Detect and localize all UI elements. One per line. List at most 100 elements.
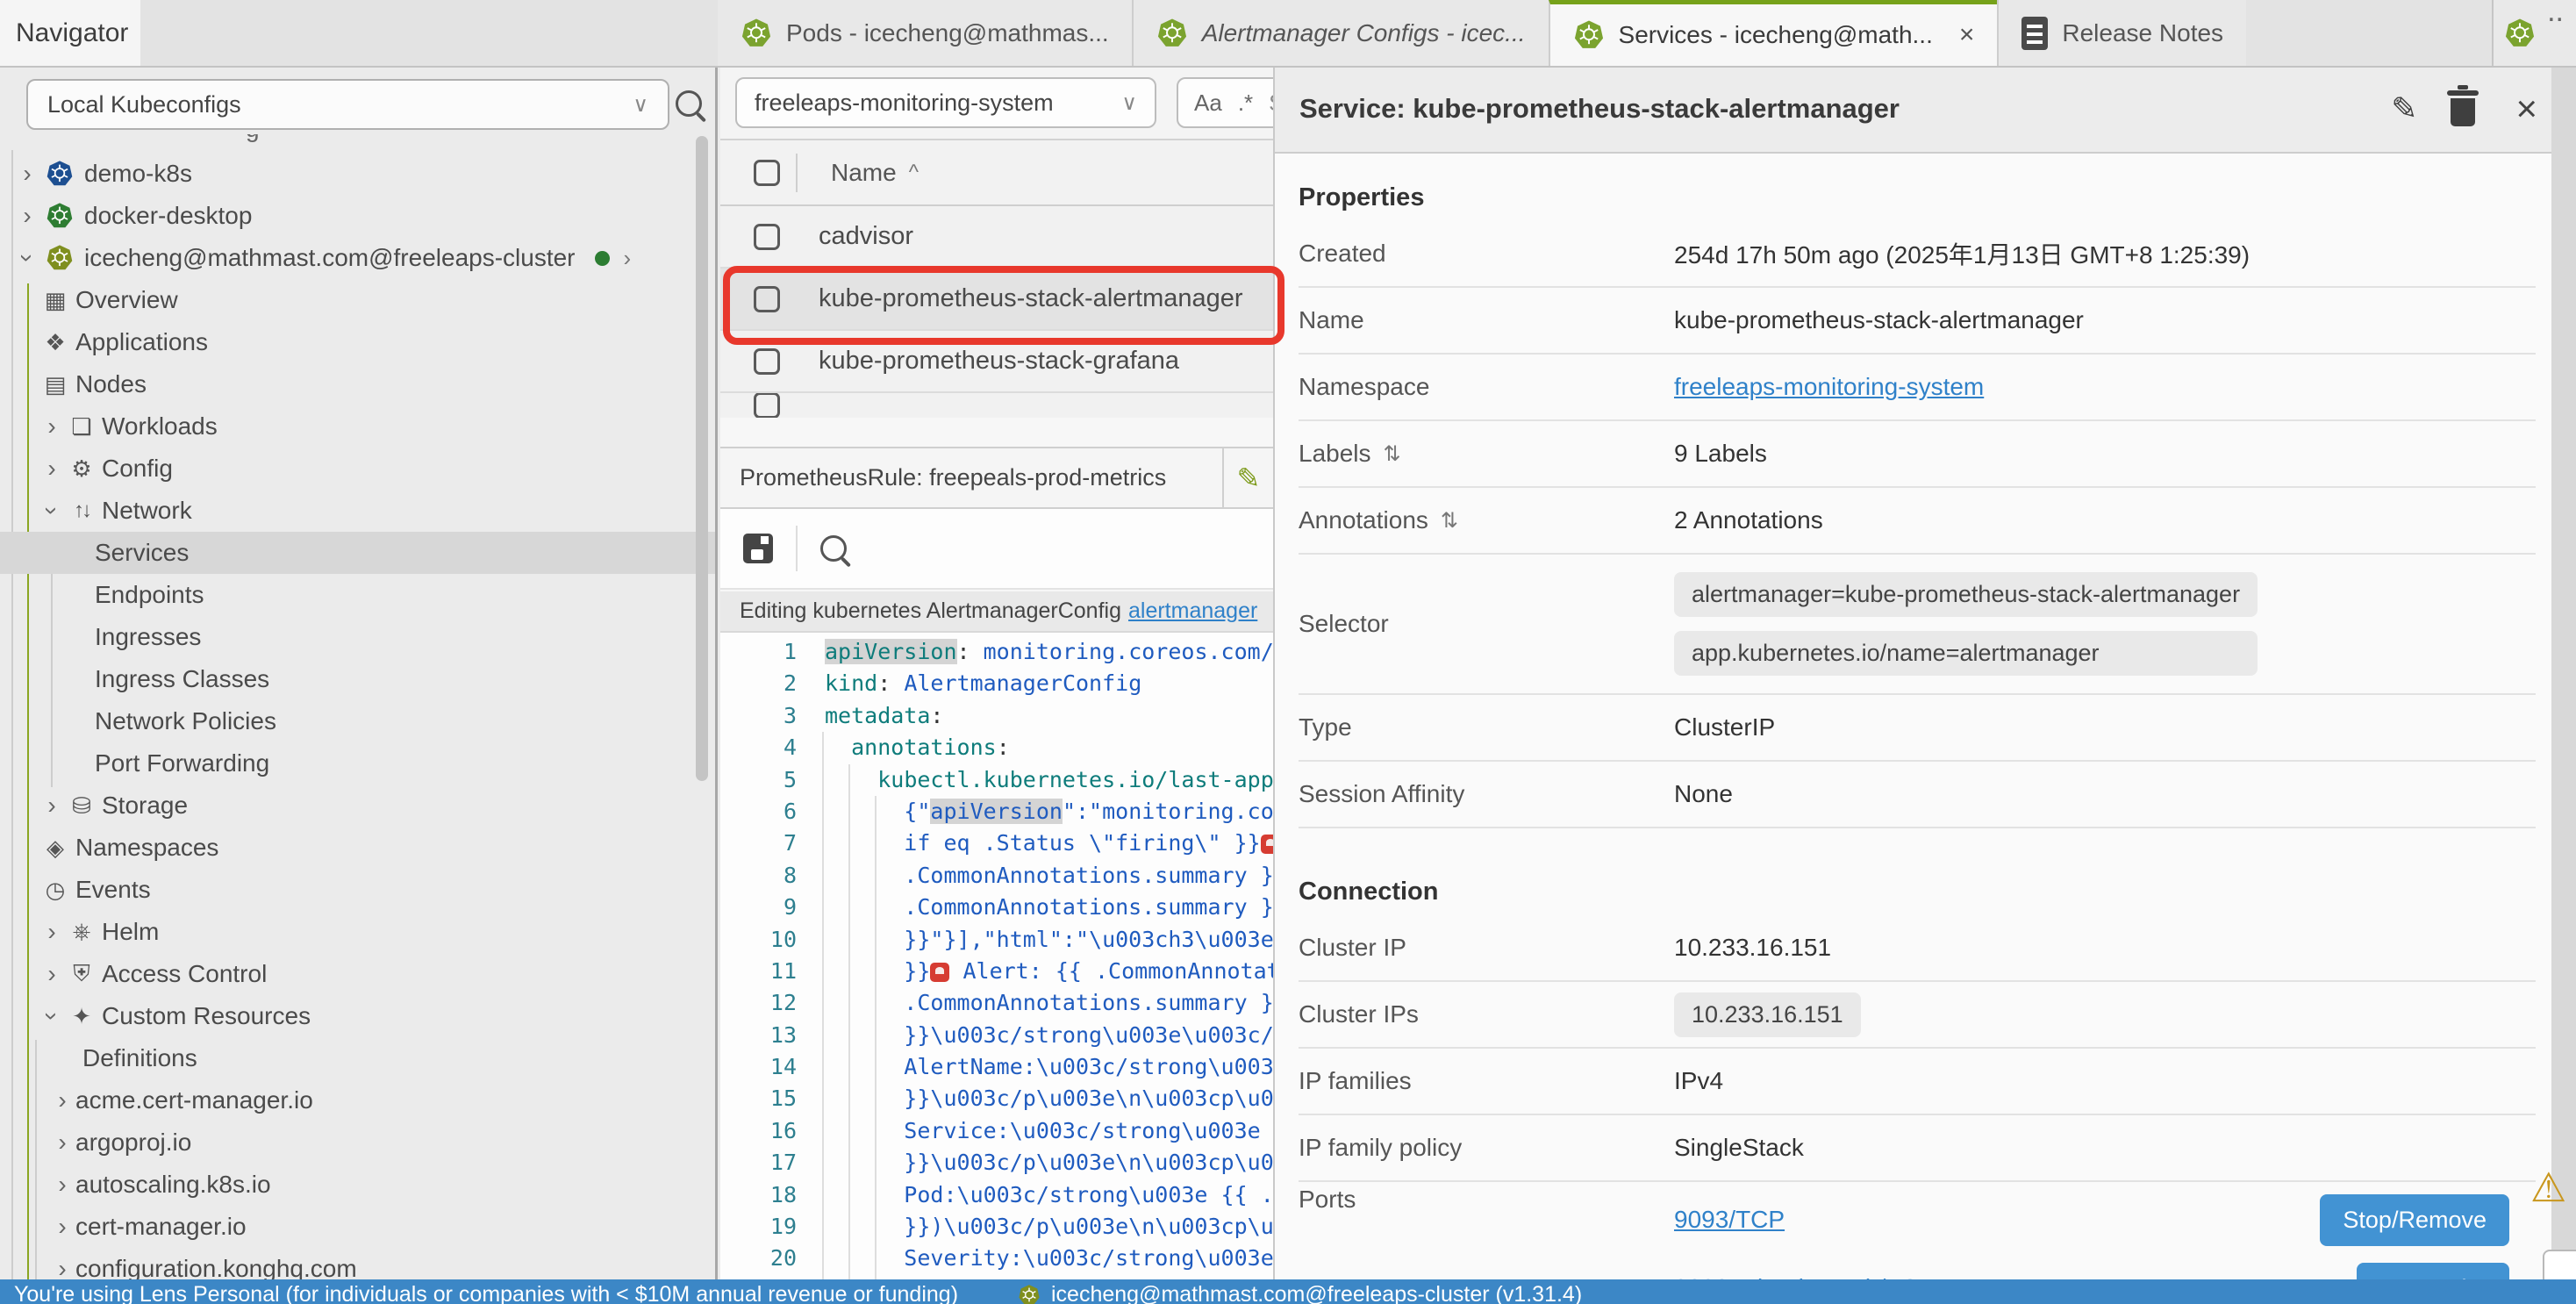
chevron-right-icon[interactable]: › bbox=[49, 1128, 75, 1157]
chevron-down-icon[interactable]: › bbox=[38, 498, 66, 524]
row-checkbox[interactable] bbox=[754, 348, 780, 375]
chevron-right-icon[interactable]: › bbox=[49, 1171, 75, 1199]
sidebar-item-ingresses[interactable]: Ingresses bbox=[0, 616, 718, 658]
sidebar-item-custom-resources[interactable]: ›✦Custom Resources bbox=[0, 995, 718, 1037]
editor-line-16[interactable]: 16 Service:\u003c/strong\u003e { bbox=[720, 1115, 1273, 1147]
table-row[interactable] bbox=[720, 393, 1273, 418]
tab-0[interactable]: Pods - icecheng@mathmas... bbox=[718, 0, 1132, 66]
sidebar-item-definitions[interactable]: Definitions bbox=[0, 1037, 718, 1079]
chevron-right-icon[interactable]: › bbox=[39, 792, 65, 820]
sidebar-item-acme-cert-manager-io[interactable]: ›acme.cert-manager.io bbox=[0, 1079, 718, 1121]
kubeconfig-select[interactable]: Local Kubeconfigs ∨ bbox=[26, 79, 669, 130]
search-icon[interactable] bbox=[820, 535, 847, 562]
chevron-right-icon[interactable]: › bbox=[14, 202, 40, 230]
chevron-right-icon[interactable]: › bbox=[39, 412, 65, 441]
sidebar-item-workloads[interactable]: ›❏Workloads bbox=[0, 405, 718, 448]
editor-line-12[interactable]: 12 .CommonAnnotations.summary }}- bbox=[720, 987, 1273, 1019]
sidebar-item-storage[interactable]: ›⛁Storage bbox=[0, 785, 718, 827]
editor-line-8[interactable]: 8 .CommonAnnotations.summary }}- bbox=[720, 860, 1273, 892]
sidebar-scrollbar[interactable] bbox=[696, 136, 708, 781]
sidebar-item-docker-desktop[interactable]: ›docker-desktop bbox=[0, 195, 718, 237]
stop-remove-button[interactable]: Stop/Remove bbox=[2320, 1194, 2509, 1246]
editor-line-14[interactable]: 14 AlertName:\u003c/strong\u003e bbox=[720, 1051, 1273, 1083]
sidebar-item-cert-manager-io[interactable]: ›cert-manager.io bbox=[0, 1206, 718, 1248]
sidebar-item-overview[interactable]: ▦Overview bbox=[0, 279, 718, 321]
editor-line-17[interactable]: 17 }}\u003c/p\u003e\n\u003cp\u003 bbox=[720, 1147, 1273, 1179]
sidebar-item-events[interactable]: ◷Events bbox=[0, 869, 718, 911]
sidebar-item-configuration-konghq-com[interactable]: ›configuration.konghq.com bbox=[0, 1248, 718, 1279]
namespace-select[interactable]: freeleaps-monitoring-system ∨ bbox=[735, 77, 1156, 128]
delete-icon[interactable] bbox=[2451, 98, 2475, 126]
row-checkbox[interactable] bbox=[754, 224, 780, 250]
chevron-right-icon[interactable]: › bbox=[49, 1086, 75, 1114]
sidebar-item-nodes[interactable]: ▤Nodes bbox=[0, 363, 718, 405]
chevron-right-icon[interactable]: › bbox=[39, 918, 65, 946]
editor-line-2[interactable]: 2kind: AlertmanagerConfig bbox=[720, 668, 1273, 699]
chevron-right-icon[interactable]: › bbox=[49, 1213, 75, 1241]
editor-line-13[interactable]: 13 }}\u003c/strong\u003e\u003c/h3 bbox=[720, 1020, 1273, 1051]
editor-line-11[interactable]: 11 }} Alert: {{ .CommonAnnotati bbox=[720, 956, 1273, 987]
edit-icon[interactable]: ✎ bbox=[2391, 90, 2417, 127]
chevron-right-icon[interactable]: › bbox=[39, 455, 65, 483]
warning-icon[interactable]: ⚠ bbox=[2530, 1164, 2566, 1211]
name-column-header[interactable]: Name bbox=[831, 159, 897, 187]
save-icon[interactable] bbox=[743, 534, 773, 563]
close-icon[interactable]: × bbox=[2515, 88, 2537, 130]
navigator-panel-tab[interactable]: Navigator bbox=[0, 0, 140, 66]
active-cluster-status[interactable]: icecheng@mathmast.com@freeleaps-cluster … bbox=[1018, 1282, 1582, 1304]
editor-line-20[interactable]: 20 Severity:\u003c/strong\u003e bbox=[720, 1243, 1273, 1274]
chevron-down-icon[interactable]: › bbox=[38, 1003, 66, 1029]
row-checkbox[interactable] bbox=[754, 393, 780, 418]
close-icon[interactable]: × bbox=[1959, 20, 1975, 50]
chevron-down-icon[interactable]: › bbox=[13, 245, 41, 271]
editor-line-10[interactable]: 10 }}"}],"html":"\u003ch3\u003e\u bbox=[720, 924, 1273, 956]
prometheusrule-bar[interactable]: PrometheusRule: freepeals-prod-metrics ✎ bbox=[720, 447, 1273, 509]
tab-1[interactable]: Alertmanager Configs - icec... bbox=[1132, 0, 1549, 66]
forward-button[interactable]: Forward... bbox=[2357, 1263, 2509, 1280]
editor-line-9[interactable]: 9 .CommonAnnotations.summary }}- bbox=[720, 892, 1273, 923]
sort-toggle-icon[interactable]: ⇅ bbox=[1384, 441, 1401, 467]
editor-line-3[interactable]: 3metadata: bbox=[720, 700, 1273, 732]
sidebar-item-port-forwarding[interactable]: Port Forwarding bbox=[0, 742, 718, 785]
sidebar-item-icecheng-mathmast-com-freeleaps-cluster[interactable]: ›icecheng@mathmast.com@freeleaps-cluster… bbox=[0, 237, 718, 279]
editor-line-5[interactable]: 5 kubectl.kubernetes.io/last-appli bbox=[720, 764, 1273, 796]
sidebar-item-services[interactable]: Services bbox=[0, 532, 718, 574]
sidebar-item-argoproj-io[interactable]: ›argoproj.io bbox=[0, 1121, 718, 1164]
select-all-checkbox[interactable] bbox=[754, 160, 780, 186]
sidebar-item-ingress-classes[interactable]: Ingress Classes bbox=[0, 658, 718, 700]
yaml-editor[interactable]: 1apiVersion: monitoring.coreos.com/v12ki… bbox=[720, 633, 1273, 1279]
sidebar-search-button[interactable] bbox=[676, 90, 702, 121]
regex-icon[interactable]: .* bbox=[1238, 90, 1253, 117]
search-input[interactable]: Aa .* Search... bbox=[1177, 77, 1273, 128]
alertmanager-config-link[interactable]: alertmanager bbox=[1128, 598, 1257, 624]
sidebar-item-endpoints[interactable]: Endpoints bbox=[0, 574, 718, 616]
chevron-right-icon[interactable]: › bbox=[624, 245, 632, 272]
sidebar-item-demo-k8s[interactable]: ›demo-k8s bbox=[0, 153, 718, 195]
namespace-link[interactable]: freeleaps-monitoring-system bbox=[1674, 373, 1984, 401]
editor-line-19[interactable]: 19 }})\u003c/p\u003e\n\u003cp\u00 bbox=[720, 1211, 1273, 1243]
port-link[interactable]: 9093/TCP bbox=[1674, 1206, 1785, 1234]
sort-ascending-icon[interactable]: ^ bbox=[909, 161, 919, 185]
editor-line-6[interactable]: 6 {"apiVersion":"monitoring.core bbox=[720, 796, 1273, 828]
editor-line-15[interactable]: 15 }}\u003c/p\u003e\n\u003cp\u003 bbox=[720, 1083, 1273, 1114]
chevron-right-icon[interactable]: › bbox=[14, 160, 40, 188]
sidebar-item-config[interactable]: ›⚙Config bbox=[0, 448, 718, 490]
sidebar-item-network[interactable]: ›↑↓Network bbox=[0, 490, 718, 532]
sidebar-item-access-control[interactable]: ›⛨Access Control bbox=[0, 953, 718, 995]
table-row-cadvisor[interactable]: cadvisor bbox=[720, 206, 1273, 269]
tab-release-notes[interactable]: Release Notes bbox=[1997, 0, 2246, 66]
chevron-right-icon[interactable]: › bbox=[39, 960, 65, 988]
editor-line-1[interactable]: 1apiVersion: monitoring.coreos.com/v1 bbox=[720, 636, 1273, 668]
editor-line-18[interactable]: 18 Pod:\u003c/strong\u003e {{ .Co bbox=[720, 1179, 1273, 1211]
match-case-icon[interactable]: Aa bbox=[1194, 90, 1222, 117]
sidebar-item-helm[interactable]: ›⎈Helm bbox=[0, 911, 718, 953]
editor-line-4[interactable]: 4 annotations: bbox=[720, 732, 1273, 763]
editor-line-7[interactable]: 7 if eq .Status \"firing\" }} bbox=[720, 828, 1273, 859]
sort-toggle-icon[interactable]: ⇅ bbox=[1441, 508, 1458, 534]
sidebar-item-namespaces[interactable]: ◈Namespaces bbox=[0, 827, 718, 869]
sidebar-item-autoscaling-k8s-io[interactable]: ›autoscaling.k8s.io bbox=[0, 1164, 718, 1206]
sidebar-item-applications[interactable]: ❖Applications bbox=[0, 321, 718, 363]
tab-2[interactable]: Services - icecheng@math...× bbox=[1549, 0, 1998, 66]
chevron-right-icon[interactable]: › bbox=[49, 1255, 75, 1279]
edit-icon[interactable]: ✎ bbox=[1224, 462, 1273, 495]
